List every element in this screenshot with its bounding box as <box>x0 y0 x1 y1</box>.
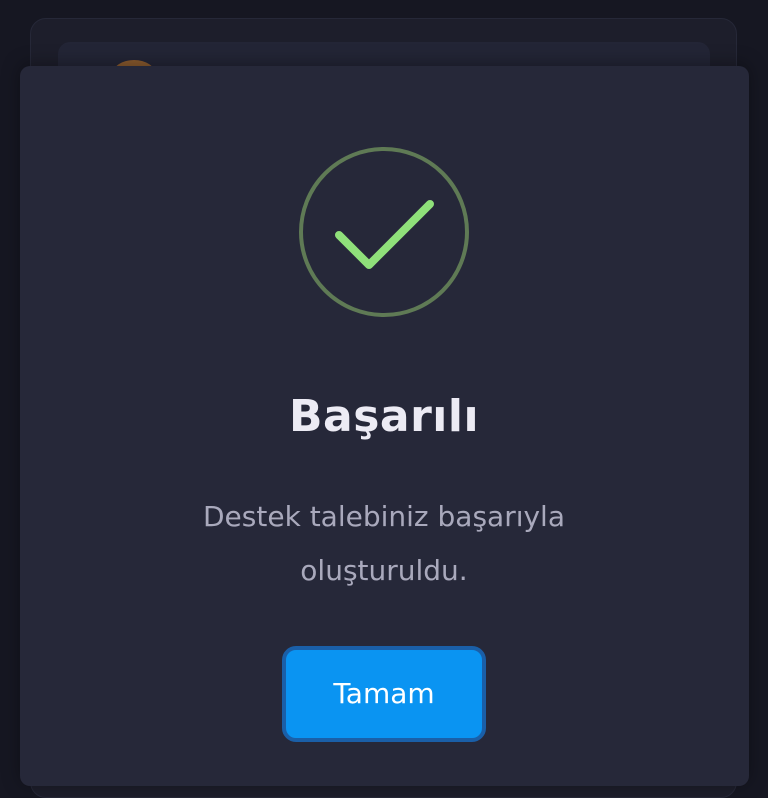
check-circle-icon <box>298 146 470 318</box>
dialog-message: Destek talebiniz başarıyla oluşturuldu. <box>203 500 565 587</box>
dialog-title: Başarılı <box>288 391 480 442</box>
ok-button[interactable]: Tamam <box>282 646 486 742</box>
